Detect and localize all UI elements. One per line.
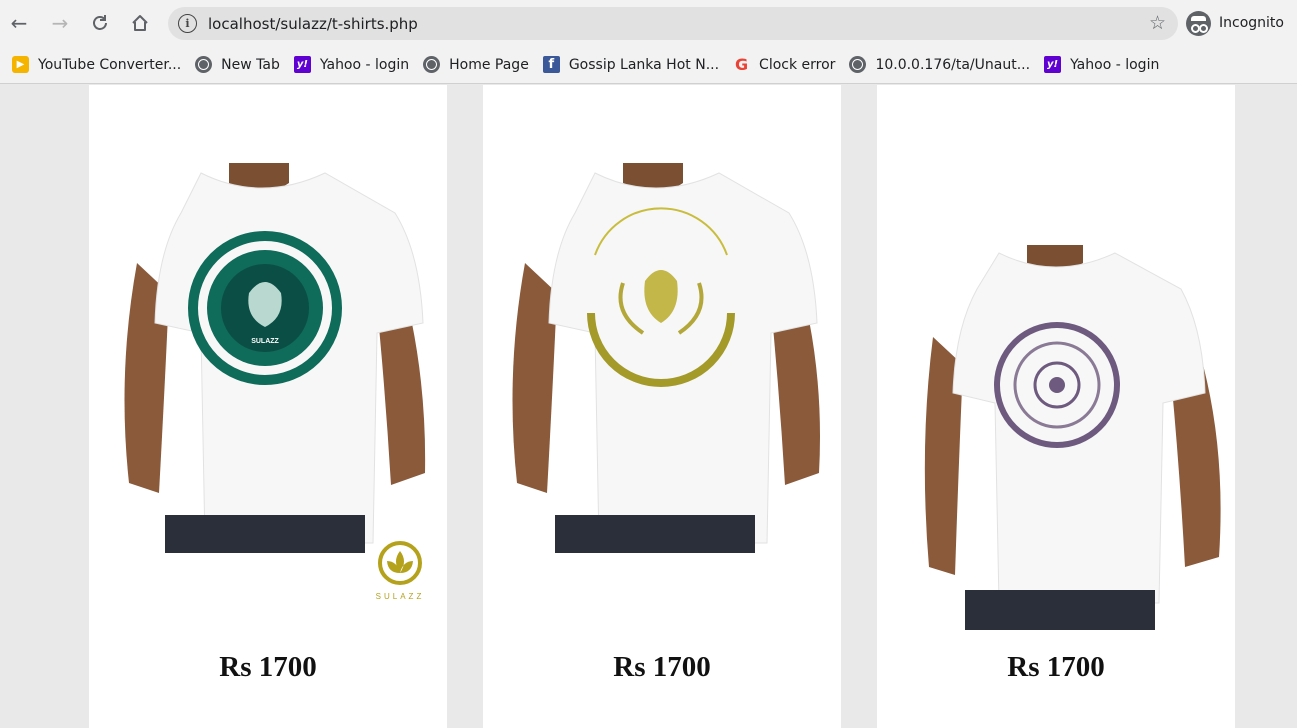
bookmark-new-tab[interactable]: New Tab — [193, 51, 288, 79]
bookmark-local-ip[interactable]: 10.0.0.176/ta/Unaut... — [847, 51, 1038, 79]
svg-text:SULAZZ: SULAZZ — [376, 592, 425, 601]
bookmark-label: Yahoo - login — [319, 56, 410, 73]
browser-toolbar: ← → i localhost/sulazz/t-shirts.php ☆ In… — [0, 0, 1297, 46]
url-text[interactable]: localhost/sulazz/t-shirts.php — [208, 15, 418, 33]
tshirt-image[interactable] — [483, 163, 841, 553]
tshirt-image[interactable]: SULAZZ — [89, 163, 447, 553]
yahoo-icon: y! — [293, 56, 311, 73]
youtube-converter-icon: ▶ — [12, 56, 29, 73]
info-icon[interactable]: i — [178, 14, 197, 33]
bookmarks-bar: ▶ YouTube Converter... New Tab y! Yahoo … — [0, 46, 1297, 84]
product-price: Rs 1700 — [219, 651, 317, 683]
globe-icon — [195, 56, 213, 73]
bookmark-label: Gossip Lanka Hot N... — [568, 56, 720, 73]
forward-arrow-icon[interactable]: → — [47, 10, 73, 36]
product-card[interactable]: SULAZZ SULAZZ Rs 1700 — [89, 85, 447, 728]
star-icon[interactable]: ☆ — [1149, 12, 1166, 34]
reload-icon[interactable] — [87, 10, 113, 36]
product-card[interactable]: Rs 1700 — [877, 85, 1235, 728]
bookmark-label: 10.0.0.176/ta/Unaut... — [875, 56, 1031, 73]
home-icon[interactable] — [127, 10, 153, 36]
google-icon: G — [734, 55, 749, 74]
bookmark-label: Yahoo - login — [1070, 56, 1160, 73]
bookmark-gossip-lanka[interactable]: f Gossip Lanka Hot N... — [541, 51, 727, 79]
product-price: Rs 1700 — [1007, 651, 1105, 683]
bookmark-label: New Tab — [221, 56, 280, 73]
print-badge-text: SULAZZ — [251, 338, 279, 345]
incognito-indicator[interactable]: Incognito — [1186, 10, 1284, 36]
incognito-icon — [1186, 10, 1211, 36]
bookmark-label: YouTube Converter... — [38, 56, 182, 73]
facebook-icon: f — [542, 56, 560, 73]
tshirt-image[interactable] — [877, 245, 1235, 630]
back-arrow-icon[interactable]: ← — [6, 10, 32, 36]
bookmark-clock-error[interactable]: G Clock error — [731, 51, 843, 79]
bookmark-youtube-converter[interactable]: ▶ YouTube Converter... — [10, 51, 189, 79]
yahoo-icon: y! — [1044, 56, 1062, 73]
globe-icon — [423, 56, 441, 73]
bookmark-yahoo-login-2[interactable]: y! Yahoo - login — [1042, 51, 1167, 79]
bookmark-label: Clock error — [759, 56, 836, 73]
bookmark-label: Home Page — [449, 56, 529, 73]
product-card[interactable]: Rs 1700 — [483, 85, 841, 728]
globe-icon — [849, 56, 867, 73]
address-bar[interactable]: i localhost/sulazz/t-shirts.php ☆ — [168, 7, 1178, 40]
product-price: Rs 1700 — [613, 651, 711, 683]
bookmark-home-page[interactable]: Home Page — [421, 51, 537, 79]
sulazz-logo: SULAZZ — [376, 541, 425, 601]
product-grid: SULAZZ SULAZZ Rs 1700 Rs 1700 Rs 1700 — [0, 85, 1297, 728]
bookmark-yahoo-login[interactable]: y! Yahoo - login — [292, 51, 417, 79]
incognito-label: Incognito — [1219, 15, 1284, 31]
